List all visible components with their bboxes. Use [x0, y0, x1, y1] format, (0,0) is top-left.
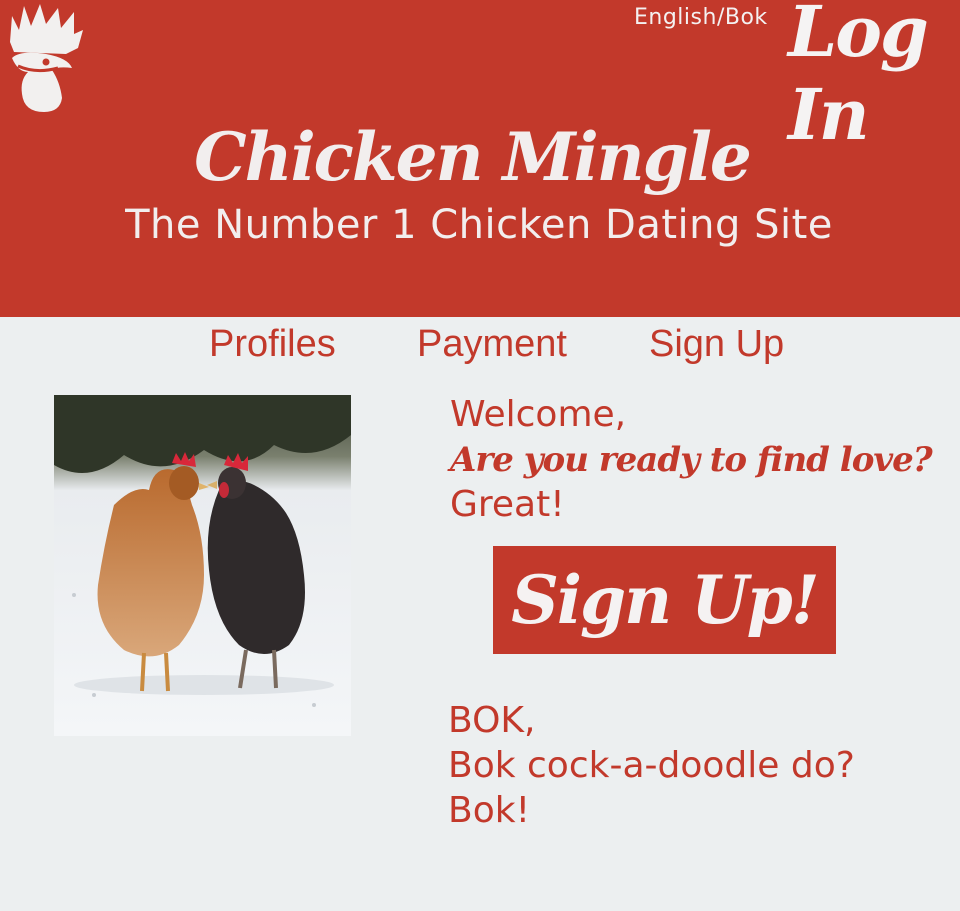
- rooster-head-icon[interactable]: [6, 2, 86, 114]
- bok-line-2: Bok cock-a-doodle do?: [448, 745, 855, 786]
- bok-line-3: Bok!: [448, 790, 531, 831]
- bok-line-1: BOK,: [448, 700, 536, 741]
- tagline-text: Are you ready to find love?: [450, 440, 933, 480]
- site-title: Chicken Mingle: [194, 118, 752, 196]
- sign-up-button[interactable]: Sign Up!: [493, 546, 836, 654]
- welcome-text: Welcome,: [450, 394, 627, 435]
- nav-profiles[interactable]: Profiles: [209, 323, 336, 366]
- main-nav: Profiles Payment Sign Up: [0, 323, 960, 371]
- language-toggle[interactable]: English/Bok: [634, 5, 768, 30]
- site-header: English/Bok Log In Chicken Mingle The Nu…: [0, 0, 960, 317]
- nav-payment[interactable]: Payment: [417, 323, 567, 366]
- nav-sign-up[interactable]: Sign Up: [649, 323, 784, 366]
- site-subtitle: The Number 1 Chicken Dating Site: [125, 202, 833, 248]
- great-text: Great!: [450, 484, 565, 525]
- two-chickens-photo: [54, 395, 351, 736]
